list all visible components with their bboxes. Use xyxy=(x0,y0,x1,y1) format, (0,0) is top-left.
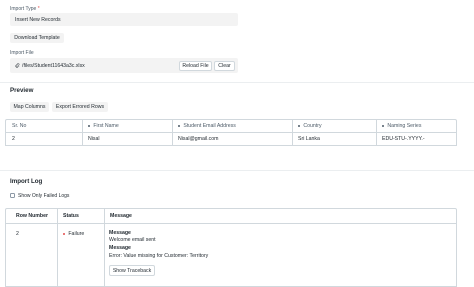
column-dot-icon xyxy=(382,124,385,128)
failure-dot-icon xyxy=(63,232,66,236)
message-title: Message xyxy=(109,245,131,251)
show-failed-logs-label[interactable]: Show Only Failed Logs xyxy=(18,193,69,199)
column-header-country-text: Country xyxy=(303,123,322,129)
import-file-label: Import File xyxy=(10,50,34,56)
import-type-value: Insert New Records xyxy=(15,16,61,23)
export-errored-rows-button[interactable]: Export Errored Rows xyxy=(52,102,108,112)
clear-file-button[interactable]: Clear xyxy=(214,60,235,71)
table-row: 2 Nisal Nisal@gmail.com Sri Lanka EDU-ST… xyxy=(5,133,457,146)
download-template-button[interactable]: Download Template xyxy=(10,33,64,43)
log-status-text: Failure xyxy=(68,231,85,237)
cell-sr-no[interactable]: 2 xyxy=(6,133,82,145)
column-header-sr-no: Sr. No xyxy=(6,120,82,132)
required-mark: * xyxy=(37,6,40,12)
map-columns-label: Map Columns xyxy=(13,104,46,110)
cell-naming-series[interactable]: EDU-STU-.YYYY.- xyxy=(376,133,458,145)
section-divider xyxy=(0,82,474,83)
reload-file-button[interactable]: Reload File xyxy=(179,60,212,71)
column-header-student-email-text: Student Email Address xyxy=(183,123,236,129)
paperclip-icon xyxy=(15,63,20,68)
import-type-select[interactable]: Insert New Records xyxy=(10,13,238,26)
preview-grid-header: Sr. No First Name Student Email Address … xyxy=(5,119,457,133)
log-row-number: 2 xyxy=(16,231,19,237)
log-header-status: Status xyxy=(63,213,79,219)
column-header-naming-series[interactable]: Naming Series xyxy=(376,120,458,132)
import-log-row: 2 Failure Message Welcome email sent Mes… xyxy=(5,224,457,287)
column-dot-icon xyxy=(88,124,91,128)
column-header-first-name[interactable]: First Name xyxy=(82,120,172,132)
column-header-naming-series-text: Naming Series xyxy=(387,123,422,129)
column-dot-icon xyxy=(178,124,181,128)
clear-file-label: Clear xyxy=(218,62,231,69)
import-file-path[interactable]: /files/Student11643a3c.xlsx xyxy=(22,63,85,69)
import-log-title: Import Log xyxy=(10,178,43,185)
column-separator xyxy=(104,224,105,286)
column-dot-icon xyxy=(298,124,301,128)
message-title: Message xyxy=(109,230,131,236)
map-columns-button[interactable]: Map Columns xyxy=(10,102,49,112)
reload-file-label: Reload File xyxy=(182,62,209,69)
export-errored-rows-label: Export Errored Rows xyxy=(55,104,105,110)
download-template-label: Download Template xyxy=(14,35,60,41)
show-traceback-button[interactable]: Show Traceback xyxy=(109,265,155,276)
column-header-country[interactable]: Country xyxy=(292,120,376,132)
column-header-sr-no-text: Sr. No xyxy=(12,123,27,129)
import-type-label-text: Import Type xyxy=(10,6,37,12)
log-status: Failure xyxy=(57,224,103,244)
data-import-page: Import Type * Insert New Records Downloa… xyxy=(0,0,474,287)
cell-student-email[interactable]: Nisal@gmail.com xyxy=(172,133,292,145)
import-type-label: Import Type * xyxy=(10,6,40,12)
column-header-student-email[interactable]: Student Email Address xyxy=(172,120,292,132)
show-traceback-label: Show Traceback xyxy=(112,267,152,274)
show-failed-logs-checkbox[interactable] xyxy=(10,193,15,198)
import-log-header: Row Number Status Message xyxy=(5,208,457,224)
message-text: Welcome email sent xyxy=(109,237,156,243)
log-header-message: Message xyxy=(110,213,132,219)
log-header-row-number: Row Number xyxy=(16,213,48,219)
cell-first-name[interactable]: Nisal xyxy=(82,133,172,145)
cell-country[interactable]: Sri Lanka xyxy=(292,133,376,145)
message-error-text: Error: Value missing for Customer: Terri… xyxy=(109,253,209,259)
column-header-first-name-text: First Name xyxy=(93,123,119,129)
section-divider xyxy=(0,170,474,171)
preview-title: Preview xyxy=(10,87,34,94)
